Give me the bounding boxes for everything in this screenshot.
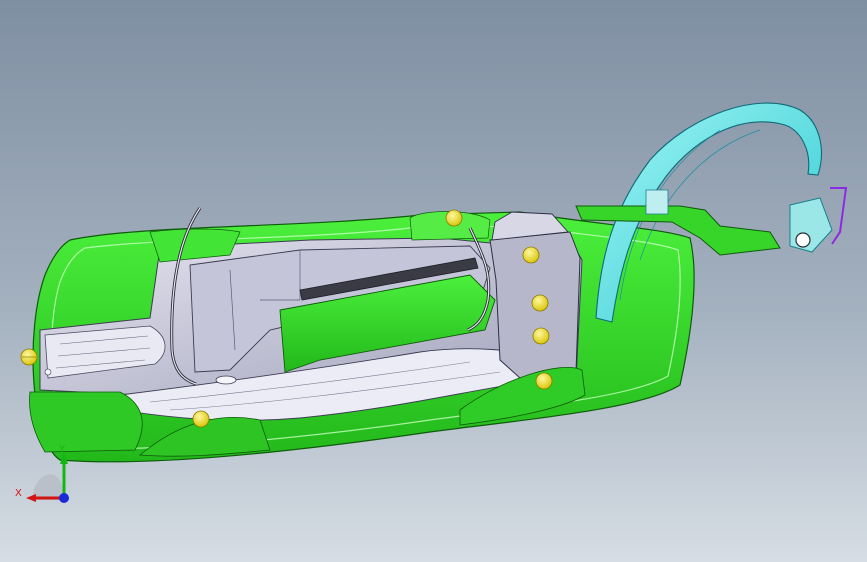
hinge-pivot-hole bbox=[795, 232, 811, 248]
cad-3d-viewport[interactable]: X Y bbox=[0, 0, 867, 562]
orientation-triad: X Y bbox=[15, 444, 69, 503]
green-panel-left bbox=[29, 391, 143, 453]
marker-6 bbox=[192, 410, 210, 428]
marker-3 bbox=[531, 294, 549, 312]
marker-4 bbox=[532, 327, 550, 345]
triad-y-label: Y bbox=[58, 444, 66, 455]
part-model[interactable]: X Y bbox=[0, 0, 867, 562]
triad-shadow bbox=[32, 474, 64, 500]
hinge-block bbox=[645, 189, 669, 215]
tray-hole bbox=[215, 375, 237, 385]
triad-z-axis bbox=[59, 493, 69, 503]
marker-1 bbox=[445, 209, 463, 227]
marker-2 bbox=[522, 246, 540, 264]
tray-hole-small bbox=[44, 368, 52, 376]
hinge-pivot-body bbox=[789, 197, 833, 253]
triad-x-label: X bbox=[15, 488, 22, 499]
marker-5 bbox=[535, 372, 553, 390]
purple-spring-clip bbox=[830, 187, 848, 245]
